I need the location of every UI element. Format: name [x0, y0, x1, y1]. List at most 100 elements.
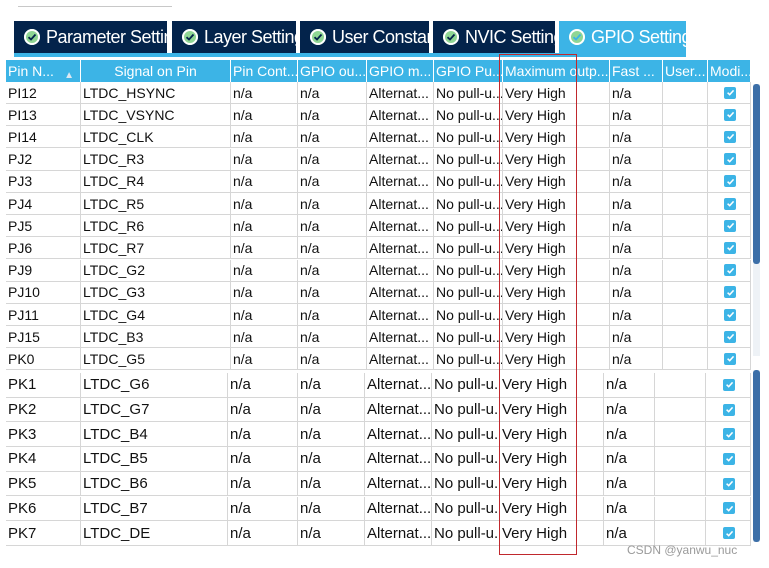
- table-row[interactable]: PI14 LTDC_CLK n/a n/a Alternat... No pull-u..…: [6, 126, 751, 149]
- vertical-scrollbar[interactable]: [753, 84, 760, 356]
- column-header-user-label[interactable]: User...: [663, 60, 708, 82]
- tab-nvic-settings[interactable]: NVIC Settings: [433, 21, 572, 53]
- vertical-scrollbar-lower[interactable]: [753, 370, 760, 542]
- table-row[interactable]: PJ3 LTDC_R4 n/a n/a Alternat... No pull-u... V…: [6, 170, 751, 193]
- tab-user-constants[interactable]: User Constants: [300, 21, 450, 53]
- modified-cell[interactable]: [708, 237, 751, 259]
- scrollbar-thumb-lower[interactable]: [753, 370, 760, 542]
- column-header-modified[interactable]: Modi...: [708, 60, 751, 82]
- scrollbar-thumb[interactable]: [753, 84, 760, 264]
- modified-checkbox[interactable]: [724, 197, 736, 210]
- pin-cell: PJ9: [6, 259, 81, 281]
- table-row[interactable]: PJ6 LTDC_R7 n/a n/a Alternat... No pull-u... V…: [6, 237, 751, 260]
- column-header-gpio-output[interactable]: GPIO ou...: [298, 60, 367, 82]
- modified-checkbox[interactable]: [724, 308, 736, 321]
- table-row[interactable]: PK0 LTDC_G5 n/a n/a Alternat... No pull-u... V…: [6, 348, 751, 371]
- modified-cell[interactable]: [706, 521, 751, 545]
- modified-cell[interactable]: [706, 496, 751, 521]
- modified-cell[interactable]: [708, 193, 751, 214]
- table-row[interactable]: PK5 LTDC_B6 n/a n/a Alternat... No pull-u... V…: [6, 471, 751, 497]
- modified-checkbox[interactable]: [724, 86, 736, 99]
- modified-checkbox[interactable]: [724, 175, 736, 188]
- modified-checkbox[interactable]: [723, 428, 735, 441]
- modified-checkbox[interactable]: [724, 108, 736, 121]
- tab-layer-settings[interactable]: Layer Settings: [172, 21, 313, 53]
- modified-checkbox[interactable]: [723, 403, 735, 416]
- modified-checkbox[interactable]: [724, 330, 736, 343]
- table-row[interactable]: PJ9 LTDC_G2 n/a n/a Alternat... No pull-u... V…: [6, 259, 751, 282]
- modified-checkbox[interactable]: [723, 378, 735, 391]
- column-header-max-output-speed[interactable]: Maximum outp...: [503, 60, 610, 82]
- pin-cell: PK6: [6, 496, 81, 521]
- table-row[interactable]: PJ11 LTDC_G4 n/a n/a Alternat... No pull-u...…: [6, 304, 751, 326]
- user-label-cell: [655, 397, 706, 422]
- table-row[interactable]: PK3 LTDC_B4 n/a n/a Alternat... No pull-u... V…: [6, 422, 751, 448]
- column-header-fast-mode[interactable]: Fast ...: [610, 60, 663, 82]
- tab-parameter-settings[interactable]: Parameter Settings: [14, 21, 192, 53]
- tab-label: Parameter Settings: [46, 26, 192, 47]
- modified-cell[interactable]: [708, 215, 751, 237]
- modified-checkbox[interactable]: [723, 502, 735, 515]
- modified-checkbox[interactable]: [724, 219, 736, 232]
- pin-context-cell: n/a: [231, 193, 298, 214]
- pin-context-cell: n/a: [231, 326, 298, 348]
- checkmark-icon: [725, 530, 733, 537]
- modified-cell[interactable]: [708, 170, 751, 192]
- column-header-gpio-mode[interactable]: GPIO m...: [367, 60, 434, 82]
- modified-cell[interactable]: [708, 126, 751, 148]
- gpio-output-cell: n/a: [298, 397, 365, 422]
- user-label-cell: [663, 348, 708, 370]
- max-speed-cell: Very High: [503, 237, 610, 259]
- modified-cell[interactable]: [708, 82, 751, 103]
- signal-cell: LTDC_R7: [81, 237, 231, 259]
- column-header-pin-context[interactable]: Pin Cont...: [231, 60, 298, 82]
- gpio-mode-cell: Alternat...: [365, 471, 432, 496]
- table-row[interactable]: PI12 LTDC_HSYNC n/a n/a Alternat... No pull-u…: [6, 82, 751, 104]
- modified-checkbox[interactable]: [724, 352, 736, 365]
- modified-checkbox[interactable]: [723, 452, 735, 465]
- modified-cell[interactable]: [708, 304, 751, 325]
- column-header-gpio-pull[interactable]: GPIO Pu...: [434, 60, 503, 82]
- modified-checkbox[interactable]: [723, 477, 735, 490]
- modified-cell[interactable]: [706, 397, 751, 422]
- tab-gpio-settings[interactable]: GPIO Settings: [559, 21, 700, 53]
- table-row[interactable]: PJ5 LTDC_R6 n/a n/a Alternat... No pull-u... V…: [6, 215, 751, 238]
- column-header-pin[interactable]: Pin N... ▲: [6, 60, 81, 82]
- pin-cell: PJ6: [6, 237, 81, 259]
- modified-cell[interactable]: [708, 148, 751, 170]
- modified-cell[interactable]: [706, 373, 751, 397]
- modified-cell[interactable]: [706, 422, 751, 447]
- pin-cell: PK0: [6, 348, 81, 370]
- table-row[interactable]: PJ10 LTDC_G3 n/a n/a Alternat... No pull-u...…: [6, 281, 751, 304]
- modified-checkbox[interactable]: [724, 130, 736, 143]
- pin-context-cell: n/a: [231, 348, 298, 370]
- table-row[interactable]: PK1 LTDC_G6 n/a n/a Alternat... No pull-u... V…: [6, 373, 751, 398]
- modified-checkbox[interactable]: [724, 264, 736, 277]
- modified-checkbox[interactable]: [724, 153, 736, 166]
- modified-checkbox[interactable]: [724, 241, 736, 254]
- modified-cell[interactable]: [708, 326, 751, 348]
- modified-cell[interactable]: [708, 348, 751, 370]
- fast-mode-cell: n/a: [604, 373, 655, 397]
- gpio-pull-cell: No pull-u...: [432, 373, 500, 397]
- max-speed-cell: Very High: [503, 126, 610, 148]
- signal-cell: LTDC_B5: [81, 447, 228, 471]
- table-row[interactable]: PK2 LTDC_G7 n/a n/a Alternat... No pull-u... V…: [6, 397, 751, 423]
- modified-cell[interactable]: [708, 259, 751, 281]
- table-row[interactable]: PJ2 LTDC_R3 n/a n/a Alternat... No pull-u... V…: [6, 148, 751, 171]
- modified-cell[interactable]: [708, 281, 751, 303]
- max-speed-cell: Very High: [503, 259, 610, 281]
- table-row[interactable]: PJ15 LTDC_B3 n/a n/a Alternat... No pull-u...…: [6, 326, 751, 349]
- table-row[interactable]: PJ4 LTDC_R5 n/a n/a Alternat... No pull-u... V…: [6, 193, 751, 215]
- modified-cell[interactable]: [706, 447, 751, 471]
- table-row[interactable]: PI13 LTDC_VSYNC n/a n/a Alternat... No pull-u…: [6, 104, 751, 127]
- gpio-output-cell: n/a: [298, 259, 367, 281]
- modified-checkbox[interactable]: [724, 286, 736, 299]
- column-header-signal[interactable]: Signal on Pin: [81, 60, 231, 82]
- modified-checkbox[interactable]: [723, 527, 735, 540]
- table-row[interactable]: PK6 LTDC_B7 n/a n/a Alternat... No pull-u... V…: [6, 496, 751, 522]
- modified-cell[interactable]: [706, 471, 751, 496]
- modified-cell[interactable]: [708, 104, 751, 126]
- gpio-mode-cell: Alternat...: [367, 326, 434, 348]
- table-row[interactable]: PK4 LTDC_B5 n/a n/a Alternat... No pull-u... V…: [6, 447, 751, 472]
